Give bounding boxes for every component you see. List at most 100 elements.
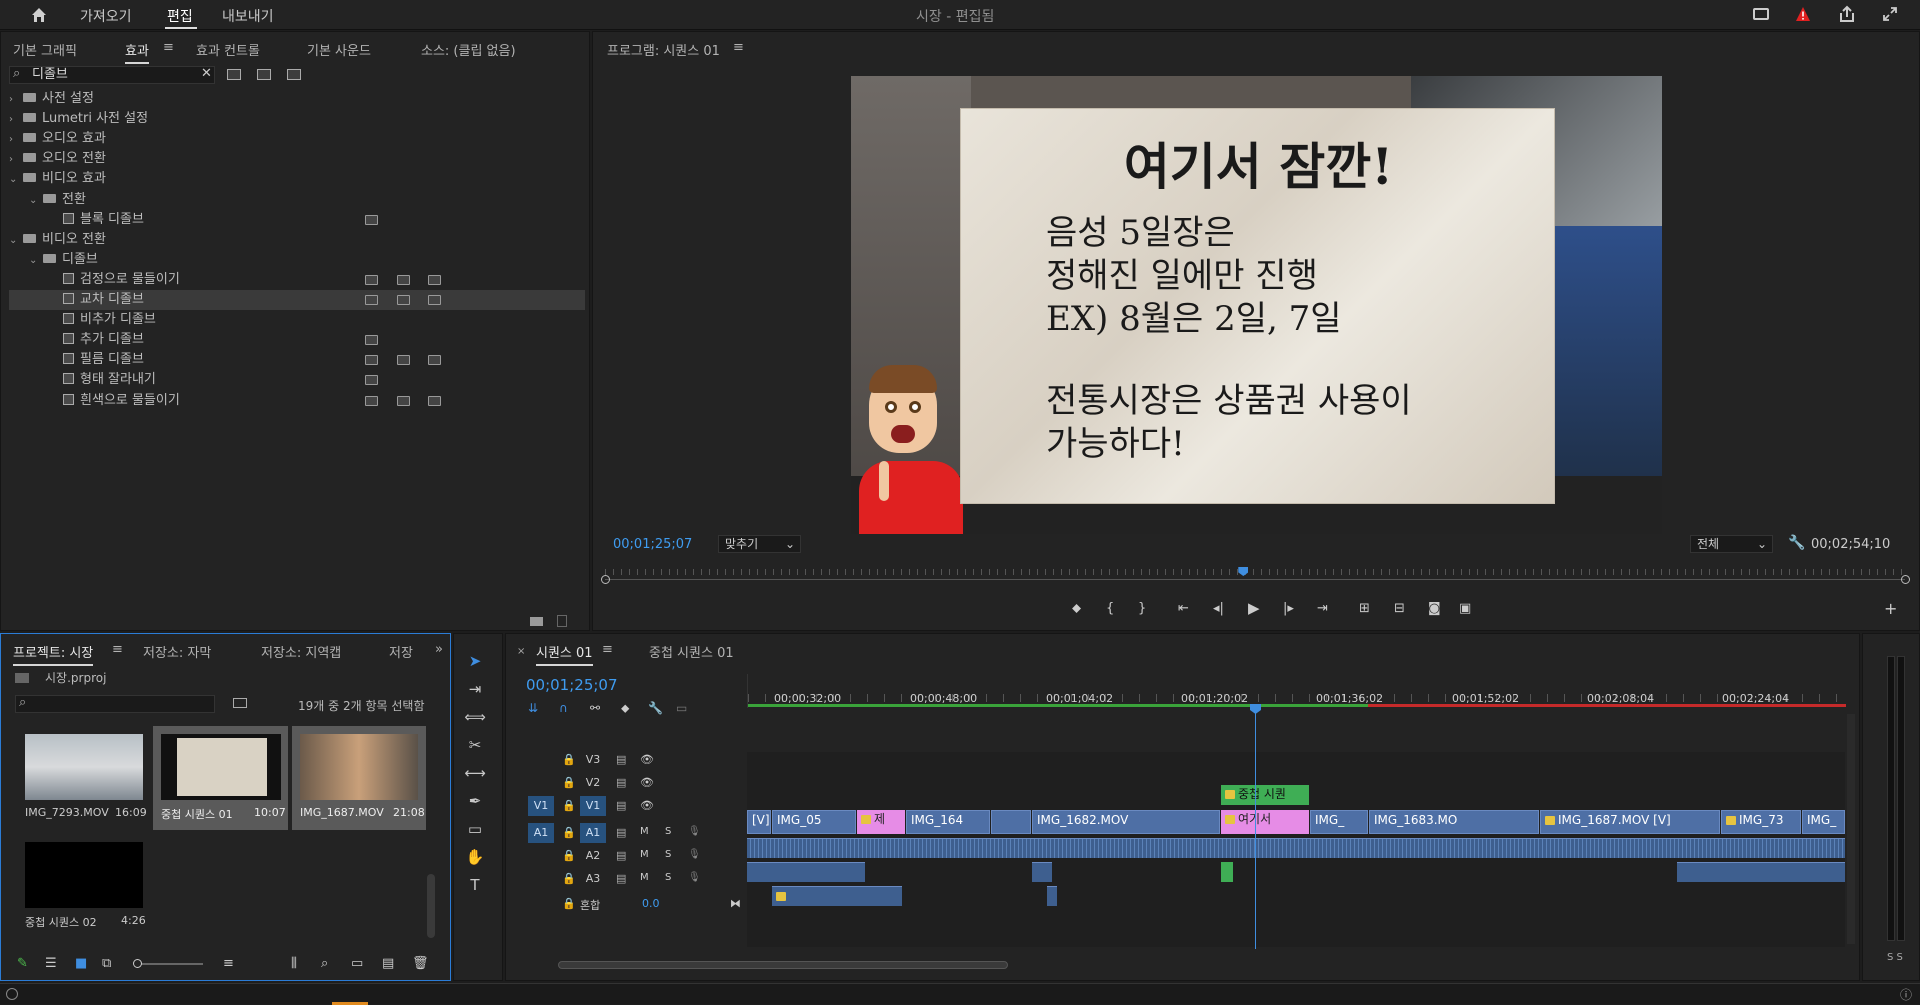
a1-clip[interactable] [747,838,1845,858]
chevron-down-icon[interactable]: ⌄ [29,191,43,211]
overflow-icon[interactable]: » [435,642,443,657]
selection-tool-icon[interactable]: ➤ [464,650,486,672]
v1-clip[interactable]: IMG_1683.MO [1369,810,1539,834]
tab-sequence-01[interactable]: 시퀀스 01 [536,642,593,666]
source-patch-v1[interactable]: V1 [528,796,554,816]
icon-view-icon[interactable]: ■ [75,956,87,971]
v1-clip[interactable]: IMG_ [1310,810,1368,834]
track-name[interactable]: A2 [580,846,606,866]
scrub-end-handle[interactable] [1901,575,1910,584]
tree-effect-item[interactable]: 비추가 디졸브 [9,310,585,330]
jump-to-end-icon[interactable]: ⧓ [730,897,741,910]
v1-clip[interactable]: [V] [747,810,771,834]
new-bin-icon[interactable]: ▭ [351,956,363,971]
tree-effect-item[interactable]: 형태 잘라내기 [9,370,585,390]
timeline-vertical-scroll[interactable] [1847,714,1855,944]
program-menu-icon[interactable]: ≡ [733,40,744,55]
v1-clip[interactable]: IMG_164 [906,810,990,834]
tab-program-monitor[interactable]: 프로그램: 시퀀스 01 [607,40,720,59]
chevron-down-icon[interactable]: ⌄ [9,170,23,190]
tab-effects[interactable]: 효과 [125,40,149,64]
tree-effect-item[interactable]: 필름 디졸브 [9,350,585,370]
a2-clip[interactable] [1032,862,1052,882]
step-back-icon[interactable]: ◂| [1213,601,1224,616]
captions-icon[interactable]: ▭ [676,701,687,715]
tab-nested-sequence-01[interactable]: 중첩 시퀀스 01 [649,642,734,661]
sync-lock-icon[interactable]: ▤ [616,826,626,839]
list-view-icon[interactable]: ☰ [45,956,57,971]
chevron-right-icon[interactable]: › [9,90,23,110]
play-icon[interactable]: ▶ [1248,599,1260,617]
go-to-out-icon[interactable]: ⇥ [1317,601,1328,616]
v1-clip[interactable]: 여기서 [1221,810,1309,834]
v2-clip-nested[interactable]: 중첩 시퀀 [1221,785,1309,805]
program-scrub-bar[interactable] [601,567,1910,585]
lock-icon[interactable]: 🔒 [562,753,576,766]
timeline-playhead[interactable] [1250,704,1261,714]
sync-lock-icon[interactable]: ▤ [616,776,626,789]
lock-icon[interactable]: 🔒 [562,776,576,789]
fullscreen-icon[interactable] [1882,6,1898,22]
tab-bin-subtitles[interactable]: 저장소: 자막 [143,642,211,661]
rectangle-icon[interactable]: ▭ [464,818,486,840]
tree-folder[interactable]: › Lumetri 사전 설정 [9,109,585,129]
solo-button[interactable]: S [665,872,671,883]
mute-button[interactable]: M [640,872,649,883]
menu-import[interactable]: 가져오기 [80,6,132,26]
new-search-bin-icon[interactable] [233,698,247,708]
track-name[interactable]: V3 [580,750,606,770]
effects-menu-icon[interactable]: ≡ [163,40,174,55]
source-patch-a1[interactable]: A1 [528,823,554,843]
ripple-edit-icon[interactable]: ⟺ [464,706,486,728]
info-icon[interactable]: ⓘ [1900,986,1912,1003]
close-sequence-icon[interactable]: × [517,646,525,657]
add-marker-icon[interactable]: ⬥ [621,701,629,716]
fit-dropdown[interactable]: 맞추기 ⌄ [718,535,801,553]
quick-export-icon[interactable] [1753,8,1769,20]
tab-essential-graphics[interactable]: 기본 그래픽 [13,40,77,59]
type-tool-icon[interactable]: T [464,874,486,896]
microphone-icon[interactable]: 🎙 [688,849,701,860]
a2-clip[interactable] [1221,862,1233,882]
pen-icon[interactable]: ✒ [464,790,486,812]
project-item-nested02[interactable]: 중첩 시퀀스 02 4:26 [21,834,149,938]
solo-button[interactable]: S [665,826,671,837]
tree-folder[interactable]: ⌄ 디졸브 [9,250,585,270]
pencil-icon[interactable]: ✎ [17,956,28,971]
quality-dropdown[interactable]: 전체 ⌄ [1690,535,1773,553]
tab-bin-more[interactable]: 저장 [389,642,413,661]
mark-out-icon[interactable]: } [1138,601,1146,616]
tree-effect-item[interactable]: 흰색으로 물들이기 [9,391,585,411]
solo-labels[interactable]: S S [1887,952,1903,963]
timeline-horizontal-scroll[interactable] [518,960,1848,970]
track-name[interactable]: V2 [580,773,606,793]
lock-icon[interactable]: 🔒 [562,849,576,862]
tree-folder[interactable]: › 사전 설정 [9,89,585,109]
new-item-icon[interactable]: ▤ [382,956,394,971]
lift-icon[interactable]: ⊞ [1359,601,1370,616]
project-scrollbar[interactable] [427,874,435,938]
microphone-icon[interactable]: 🎙 [688,826,701,837]
tree-folder[interactable]: ⌄ 비디오 효과 [9,169,585,189]
mute-button[interactable]: M [640,826,649,837]
project-menu-icon[interactable]: ≡ [112,642,123,657]
tree-folder[interactable]: › 오디오 효과 [9,129,585,149]
add-button-icon[interactable]: + [1884,599,1897,618]
eye-icon[interactable]: 👁 [640,776,654,789]
sort-icon[interactable]: ≡ [223,956,234,971]
tree-folder[interactable]: ⌄ 비디오 전환 [9,230,585,250]
project-search-input[interactable] [15,695,215,713]
yuv-effects-icon[interactable] [287,69,301,80]
eye-icon[interactable]: 👁 [640,753,654,766]
sync-lock-icon[interactable]: ▤ [616,799,626,812]
chevron-right-icon[interactable]: › [9,150,23,170]
linked-selection-icon[interactable]: ⚯ [590,701,600,715]
tree-effect-item[interactable]: 추가 디졸브 [9,330,585,350]
lock-icon[interactable]: 🔒 [562,799,576,812]
trash-icon[interactable]: 🗑 [412,956,429,971]
freeform-view-icon[interactable]: ⧉ [102,956,111,971]
find-icon[interactable]: ⌕ [321,956,328,971]
alert-icon[interactable] [1795,6,1811,22]
tree-effect-item[interactable]: 블록 디졸브 [9,210,585,230]
effects-search-input[interactable]: 디졸브 [9,66,215,84]
